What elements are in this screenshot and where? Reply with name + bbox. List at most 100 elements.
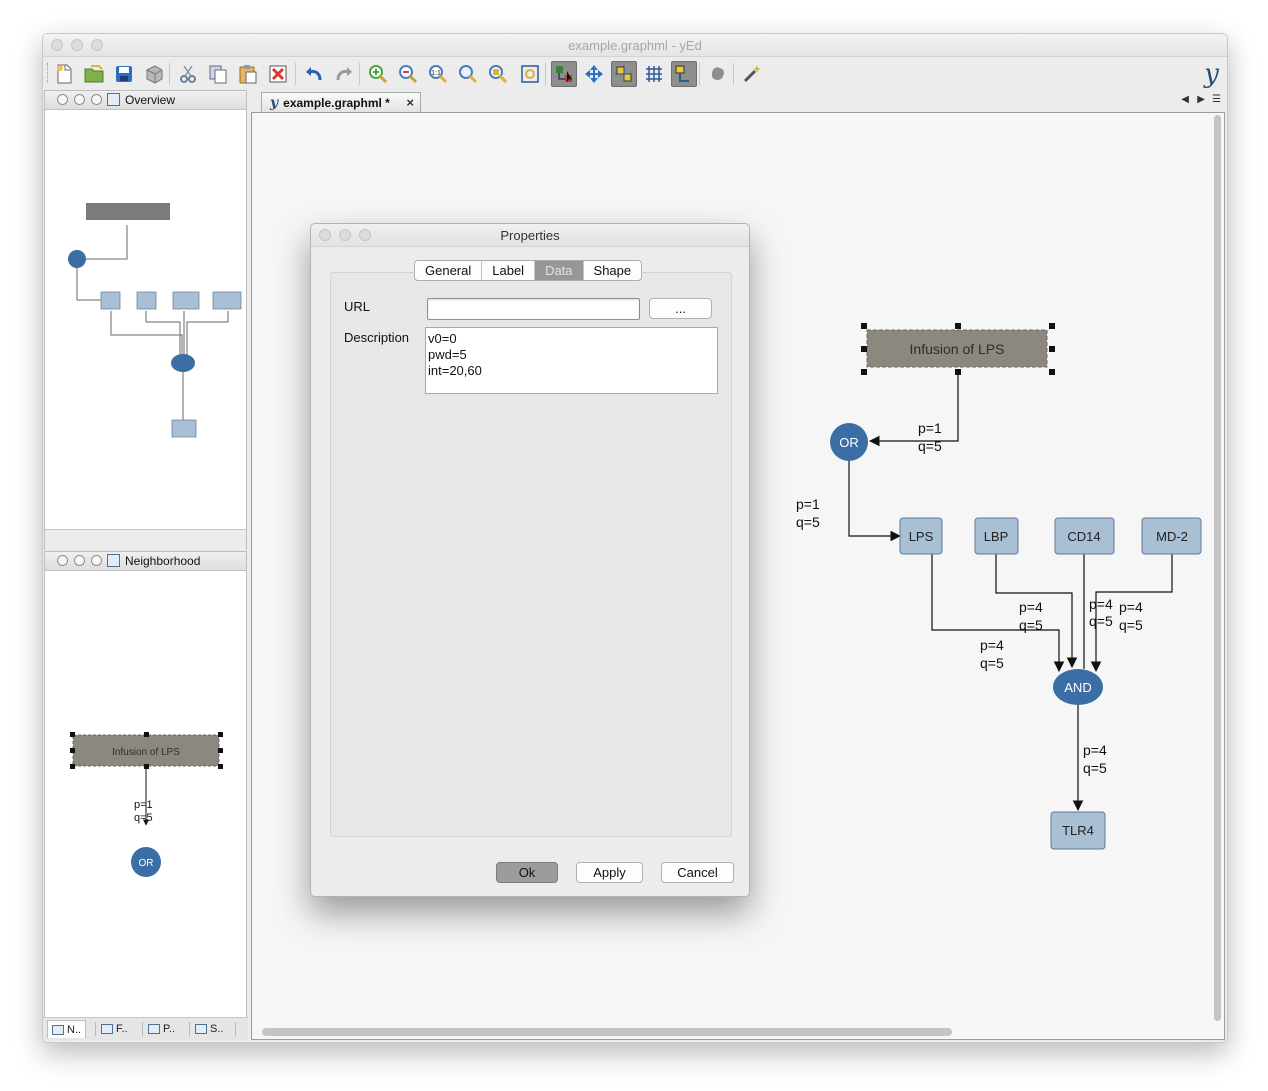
neighborhood-view[interactable]: Infusion of LPS p=1 q=5 OR [45,571,246,1016]
tab-scroll-right-icon[interactable]: ▶ [1197,94,1205,105]
copy-button[interactable] [205,61,231,87]
tab-folding[interactable]: F.. [97,1020,132,1038]
undo-button[interactable] [301,61,327,87]
node-md2-label: MD-2 [1156,529,1188,544]
zoom-selection-icon [489,65,508,84]
structure-tab-icon [195,1024,207,1034]
magic-wand-button[interactable] [739,61,765,87]
svg-text:1:1: 1:1 [431,70,441,77]
save-button[interactable] [111,61,137,87]
edit-mode-icon [556,66,572,82]
zoom-original-button[interactable]: 1:1 [425,61,451,87]
tab-shape[interactable]: Shape [584,261,642,280]
zoom-original-icon: 1:1 [429,65,448,84]
window-title: example.graphml - yEd [568,38,702,53]
delete-button[interactable] [265,61,291,87]
zoom-out-button[interactable] [395,61,421,87]
panel-minimize-button[interactable] [74,555,85,566]
redo-button[interactable] [331,61,357,87]
ok-button[interactable]: Ok [496,862,558,883]
group-icon [712,67,724,80]
panel-close-button[interactable] [57,555,68,566]
zoom-in-button[interactable] [365,61,391,87]
tab-scroll-left-icon[interactable]: ◀ [1181,94,1189,105]
overview-node-md2 [212,291,242,310]
overview-panel-title: Overview [125,93,176,107]
description-label: Description [344,330,410,345]
fit-content-button[interactable] [517,61,543,87]
panel-float-button[interactable] [91,94,102,105]
document-tab[interactable]: y example.graphml * × [261,92,421,112]
horizontal-scrollbar[interactable] [262,1028,952,1036]
neighborhood-panel-title: Neighborhood [125,554,201,568]
edge-label-p: p=4 [1019,599,1043,615]
zoom-selection-button[interactable] [485,61,511,87]
open-folder-button[interactable] [81,61,107,87]
tab-label[interactable]: Label [482,261,536,280]
copy-icon [209,65,227,84]
node-lbp-label: LBP [984,529,1009,544]
tab-palette[interactable]: P.. [144,1020,179,1038]
tab-general[interactable]: General [415,261,483,280]
close-tab-icon[interactable]: × [406,95,414,110]
grid-button[interactable] [641,61,667,87]
vertical-scroll-thumb[interactable] [1214,115,1221,1021]
tab-label: S.. [210,1023,224,1035]
new-document-icon [57,64,72,84]
tab-neighborhood[interactable]: N.. [47,1020,87,1038]
overview-node-cd14 [172,291,200,310]
tab-data[interactable]: Data [535,261,584,280]
tab-separator [95,1022,96,1036]
panel-minimize-button[interactable] [74,94,85,105]
overview-node-infusion [86,203,170,220]
node-tlr4-label: TLR4 [1062,823,1094,838]
document-tab-label: example.graphml * [283,95,390,110]
tab-list-icon[interactable]: ☰ [1212,94,1221,105]
overview-node-lbp [136,291,157,310]
overview-panel: Overview [44,90,247,550]
navigation-mode-icon [585,65,603,83]
cut-button[interactable] [175,61,201,87]
tab-separator [189,1022,190,1036]
edge-label-p: p=4 [980,637,1004,653]
group-button[interactable] [705,61,731,87]
properties-button[interactable] [141,61,167,87]
navigation-mode-button[interactable] [581,61,607,87]
url-input[interactable] [427,298,640,320]
edge-label-q: q=5 [918,438,942,454]
overview-minimap[interactable] [45,110,246,530]
dialog-title: Properties [500,228,560,243]
snap-lines-button[interactable] [611,61,637,87]
new-document-button[interactable] [51,61,77,87]
edit-mode-button[interactable] [551,61,577,87]
description-textarea[interactable]: v0=0 pwd=5 int=20,60 [425,327,718,394]
neighborhood-icon [107,554,120,567]
main-toolbar: 1:1 y [43,57,1227,89]
zoom-area-button[interactable] [455,61,481,87]
zoom-in-icon [369,65,388,84]
orthogonal-edges-button[interactable] [671,61,697,87]
toolbar-separator [295,63,296,85]
neighborhood-or-label: OR [139,858,154,869]
properties-dialog: Properties General Label Data Shape URL … [310,223,750,897]
edge-label-p: p=4 [1119,599,1143,615]
panel-float-button[interactable] [91,555,102,566]
node-or-label: OR [839,435,859,450]
toolbar-separator [359,63,360,85]
edge-label-q: q=5 [1119,617,1143,633]
folding-tab-icon [101,1024,113,1034]
cancel-button[interactable]: Cancel [661,862,734,883]
url-label: URL [344,299,371,314]
vertical-scrollbar[interactable] [1213,115,1222,1021]
browse-url-button[interactable]: ... [649,298,712,319]
overview-icon [107,93,120,106]
panel-close-button[interactable] [57,94,68,105]
edge-label-p: p=4 [1089,596,1113,612]
overview-panel-footer [45,529,246,550]
toolbar-grip[interactable] [47,63,50,83]
tab-structure[interactable]: S.. [191,1020,227,1038]
toolbar-separator [733,63,734,85]
apply-button[interactable]: Apply [576,862,643,883]
paste-button[interactable] [235,61,261,87]
overview-node-and [171,354,195,372]
